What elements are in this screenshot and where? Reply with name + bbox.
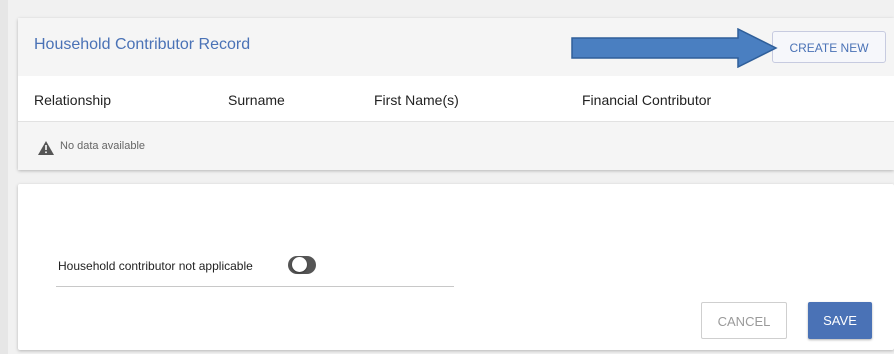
column-header-surname[interactable]: Surname bbox=[228, 92, 285, 108]
column-header-relationship[interactable]: Relationship bbox=[34, 92, 111, 108]
warning-icon bbox=[38, 141, 54, 155]
arrow-right-icon bbox=[571, 28, 778, 68]
page-left-edge bbox=[0, 0, 8, 354]
not-applicable-toggle[interactable] bbox=[288, 256, 316, 274]
field-underline bbox=[56, 286, 454, 287]
cancel-button[interactable]: CANCEL bbox=[701, 302, 787, 339]
no-data-row: No data available bbox=[18, 121, 894, 170]
card-title: Household Contributor Record bbox=[34, 36, 251, 53]
column-header-first-names[interactable]: First Name(s) bbox=[374, 92, 459, 108]
column-header-financial-contributor[interactable]: Financial Contributor bbox=[582, 92, 711, 108]
household-contributor-card: Household Contributor Record CREATE NEW … bbox=[18, 18, 894, 170]
no-data-message: No data available bbox=[60, 140, 146, 152]
toggle-label: Household contributor not applicable bbox=[58, 259, 253, 273]
toggle-knob bbox=[292, 257, 307, 272]
save-button[interactable]: SAVE bbox=[808, 302, 872, 339]
create-new-button[interactable]: CREATE NEW bbox=[772, 31, 886, 63]
contributor-options-card: Household contributor not applicable CAN… bbox=[18, 184, 894, 350]
